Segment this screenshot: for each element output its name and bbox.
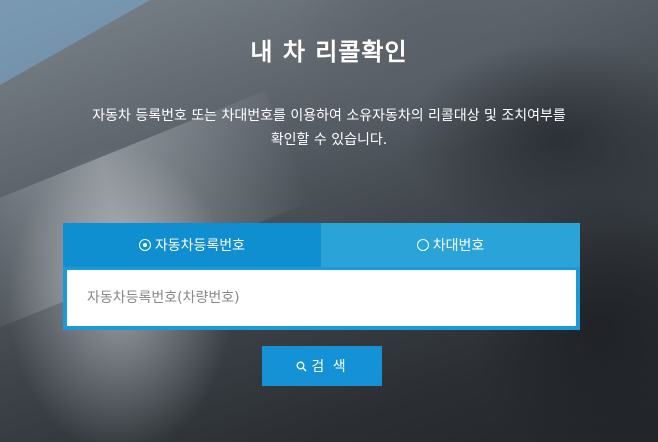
page-description: 자동차 등록번호 또는 차대번호를 이용하여 소유자동차의 리콜대상 및 조치여…	[40, 104, 618, 152]
tab-registration-number[interactable]: 자동차등록번호	[63, 223, 321, 267]
description-line-2: 확인할 수 있습니다.	[270, 132, 388, 148]
search-icon	[296, 361, 307, 371]
search-type-tabs: 자동차등록번호 차대번호	[63, 223, 580, 267]
search-panel: 자동차등록번호 차대번호	[63, 223, 580, 330]
tab-vin[interactable]: 차대번호	[321, 223, 580, 267]
search-input-wrapper	[67, 270, 576, 326]
radio-unselected-icon[interactable]	[416, 239, 429, 251]
search-button-label: 검 색	[311, 359, 348, 375]
radio-selected-icon[interactable]	[138, 239, 151, 251]
search-input[interactable]	[67, 270, 576, 326]
description-line-1: 자동차 등록번호 또는 차대번호를 이용하여 소유자동차의 리콜대상 및 조치여…	[92, 108, 566, 124]
tab-label: 자동차등록번호	[154, 238, 246, 254]
tab-label: 차대번호	[432, 238, 485, 254]
search-button[interactable]: 검 색	[262, 346, 382, 386]
page-title: 내 차 리콜확인	[250, 38, 408, 66]
